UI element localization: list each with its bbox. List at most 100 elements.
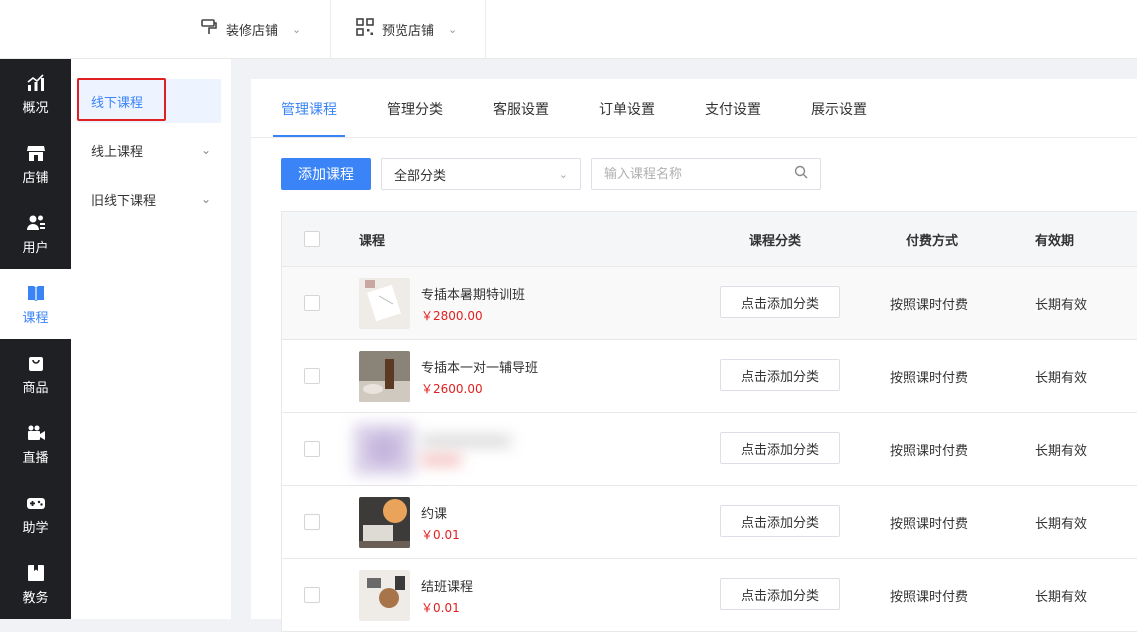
table-row[interactable]: 专插本一对一辅导班 ￥2600.00 点击添加分类 按照课时付费 长期有效 [282, 340, 1137, 413]
course-name[interactable]: 专插本暑期特训班 [421, 284, 525, 303]
preview-store-menu[interactable]: 预览店铺 ⌄ [356, 0, 457, 58]
nav-item-store[interactable]: 店铺 [0, 129, 71, 199]
nav-item-academic[interactable]: 教务 [0, 549, 71, 619]
nav-label: 商品 [22, 380, 49, 396]
red-highlight-box [77, 78, 166, 121]
course-price: ￥0.01 [421, 601, 460, 615]
paint-roller-icon [200, 18, 218, 40]
header-course: 课程 [359, 234, 386, 249]
course-name-blurred [421, 435, 511, 447]
subnav-item-old-offline-courses[interactable]: 旧线下课程 ⌄ [79, 177, 221, 221]
add-category-button[interactable]: 点击添加分类 [720, 432, 840, 464]
tab-manage-categories[interactable]: 管理分类 [387, 79, 443, 138]
nav-label: 课程 [22, 310, 49, 326]
decorate-store-label: 装修店铺 [226, 23, 279, 39]
nav-label: 直播 [22, 450, 49, 466]
course-price: ￥0.01 [421, 528, 460, 542]
tab-order-settings[interactable]: 订单设置 [599, 79, 655, 138]
nav-item-goods[interactable]: 商品 [0, 339, 71, 409]
header-validity: 有效期 [1035, 234, 1075, 249]
row-checkbox[interactable] [304, 587, 320, 603]
search-icon[interactable] [794, 165, 808, 183]
nav-item-courses[interactable]: 课程 [0, 269, 71, 339]
main-panel: 管理课程 管理分类 客服设置 订单设置 支付设置 展示设置 添加课程 全部分类 … [251, 79, 1137, 632]
nav-label: 教务 [22, 590, 49, 606]
decorate-store-menu[interactable]: 装修店铺 ⌄ [200, 0, 301, 58]
subnav-label: 旧线下课程 [91, 193, 157, 209]
course-price: ￥2800.00 [421, 309, 483, 323]
validity: 长期有效 [1035, 298, 1088, 313]
validity: 长期有效 [1035, 590, 1088, 605]
validity: 长期有效 [1035, 444, 1088, 459]
table-row[interactable]: 结班课程 ￥0.01 点击添加分类 按照课时付费 长期有效 [282, 559, 1137, 632]
search-input[interactable] [604, 166, 794, 182]
chevron-down-icon: ⌄ [558, 167, 568, 181]
tab-bar: 管理课程 管理分类 客服设置 订单设置 支付设置 展示设置 [251, 79, 1137, 138]
chevron-down-icon: ⌄ [200, 143, 211, 157]
payment-method: 按照课时付费 [890, 590, 969, 605]
validity: 长期有效 [1035, 371, 1088, 386]
header-payment: 付费方式 [906, 234, 959, 249]
tab-display-settings[interactable]: 展示设置 [811, 79, 867, 138]
row-checkbox[interactable] [304, 514, 320, 530]
tab-customer-service[interactable]: 客服设置 [493, 79, 549, 138]
chevron-down-icon: ⌄ [448, 22, 458, 36]
course-thumbnail [359, 497, 410, 548]
top-divider [485, 0, 486, 58]
table-row[interactable]: 专插本暑期特训班 ￥2800.00 点击添加分类 按照课时付费 长期有效 [282, 267, 1137, 340]
course-name[interactable]: 约课 [421, 503, 447, 522]
category-select[interactable]: 全部分类 ⌄ [381, 158, 581, 190]
top-bar: 装修店铺 ⌄ 预览店铺 ⌄ [0, 0, 1137, 59]
course-thumbnail [359, 570, 410, 621]
payment-method: 按照课时付费 [890, 298, 969, 313]
course-price: ￥2600.00 [421, 382, 483, 396]
top-divider [330, 0, 331, 58]
category-select-value: 全部分类 [394, 168, 447, 184]
table-header: 课程 课程分类 付费方式 有效期 [282, 212, 1137, 267]
nav-label: 店铺 [22, 170, 49, 186]
chart-icon [27, 73, 44, 91]
table-row[interactable]: 约课 ￥0.01 点击添加分类 按照课时付费 长期有效 [282, 486, 1137, 559]
table-row[interactable]: 点击添加分类 按照课时付费 长期有效 [282, 413, 1137, 486]
add-category-button[interactable]: 点击添加分类 [720, 505, 840, 537]
qrcode-icon [356, 18, 374, 40]
course-table: 课程 课程分类 付费方式 有效期 专插本暑期特训班 ￥2800.00 点击添加分… [281, 211, 1137, 632]
search-box [591, 158, 821, 190]
secondary-sidebar: 线下课程 线上课程 ⌄ 旧线下课程 ⌄ [71, 59, 231, 619]
row-checkbox[interactable] [304, 295, 320, 311]
course-thumbnail [359, 351, 410, 402]
add-course-button[interactable]: 添加课程 [281, 158, 371, 190]
course-thumbnail-blurred [354, 424, 414, 475]
nav-label: 用户 [22, 240, 49, 256]
add-category-button[interactable]: 点击添加分类 [720, 286, 840, 318]
users-icon [26, 215, 45, 230]
course-name[interactable]: 专插本一对一辅导班 [421, 357, 538, 376]
subnav-label: 线上课程 [91, 144, 144, 160]
row-checkbox[interactable] [304, 368, 320, 384]
gamepad-icon [26, 497, 45, 509]
store-icon [26, 145, 45, 161]
select-all-checkbox[interactable] [304, 231, 320, 247]
add-category-button[interactable]: 点击添加分类 [720, 578, 840, 610]
nav-item-users[interactable]: 用户 [0, 199, 71, 269]
nav-item-study-assist[interactable]: 助学 [0, 479, 71, 549]
chevron-down-icon: ⌄ [200, 192, 211, 206]
nav-item-live[interactable]: 直播 [0, 409, 71, 479]
book-icon [27, 285, 44, 301]
course-thumbnail [359, 278, 410, 329]
chevron-down-icon: ⌄ [292, 22, 302, 36]
tab-payment-settings[interactable]: 支付设置 [705, 79, 761, 138]
subnav-item-online-courses[interactable]: 线上课程 ⌄ [79, 128, 221, 172]
course-name[interactable]: 结班课程 [421, 576, 473, 595]
header-category: 课程分类 [749, 234, 802, 249]
nav-label: 助学 [22, 520, 49, 536]
folder-icon [27, 564, 44, 581]
add-category-button[interactable]: 点击添加分类 [720, 359, 840, 391]
course-price-blurred [421, 455, 461, 465]
nav-item-overview[interactable]: 概况 [0, 59, 71, 129]
active-tab-indicator [273, 135, 345, 137]
camera-icon [27, 425, 45, 440]
nav-label: 概况 [22, 100, 49, 116]
row-checkbox[interactable] [304, 441, 320, 457]
tab-manage-courses[interactable]: 管理课程 [281, 79, 337, 138]
